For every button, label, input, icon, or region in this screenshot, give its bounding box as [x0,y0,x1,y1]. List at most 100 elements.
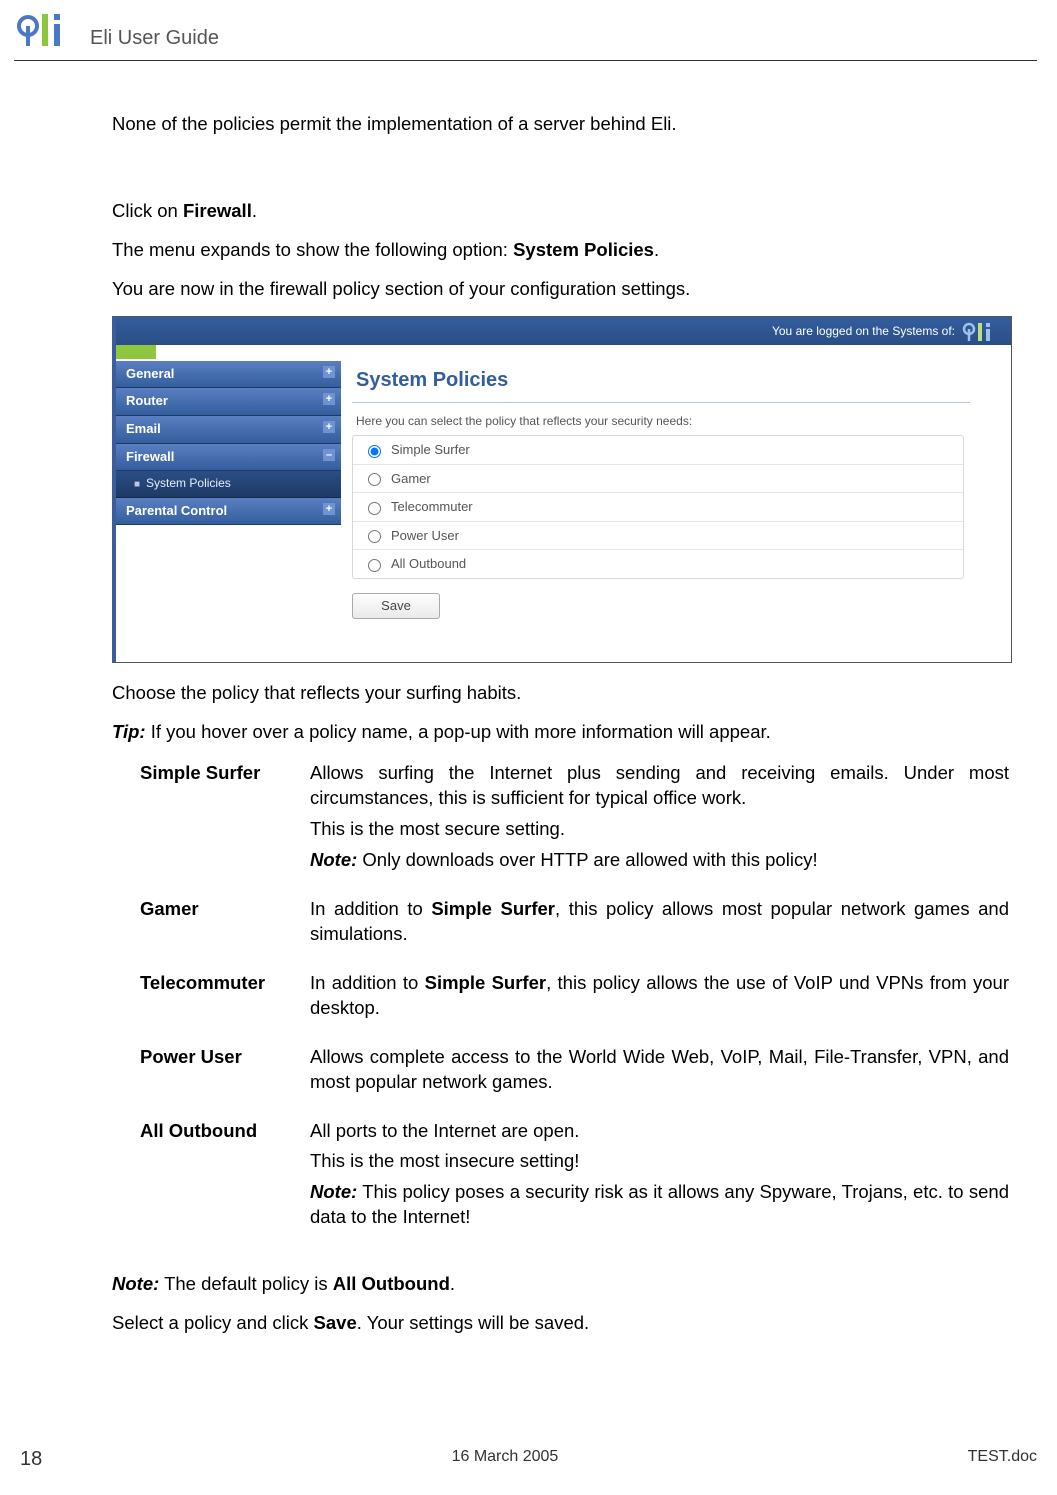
text: . [252,200,257,221]
eli-logo-icon [961,319,1007,343]
radio-input[interactable] [368,445,381,458]
body: In addition to Simple Surfer, this polic… [310,897,1009,953]
term: Simple Surfer [140,761,310,879]
sidebar-item-router[interactable]: Router + [116,388,341,416]
note-label: Note: [310,849,357,870]
tip-text: If you hover over a policy name, a pop-u… [146,721,771,742]
label: Firewall [126,449,174,464]
policy-option-all-outbound[interactable]: All Outbound [353,549,963,578]
label: Telecommuter [391,498,473,516]
note-label: Note: [112,1273,159,1294]
label: Simple Surfer [391,441,470,459]
sidebar-item-parental-control[interactable]: Parental Control + [116,498,341,526]
term: All Outbound [140,1119,310,1237]
text: Click on [112,200,183,221]
header-title: Eli User Guide [90,27,219,50]
policy-option-telecommuter[interactable]: Telecommuter [353,492,963,521]
t: In addition to [310,898,431,919]
panel-title: System Policies [352,361,970,403]
sidebar-nav: General + Router + Email + Firewall – System… [116,361,341,525]
text: Allows complete access to the World Wide… [310,1045,1009,1095]
text: This is the most secure setting. [310,817,1009,842]
expand-icon: + [323,393,335,405]
panel-description: Here you can select the policy that refl… [356,413,999,429]
term: Gamer [140,897,310,953]
collapse-icon: – [323,449,335,461]
click-firewall-line: Click on Firewall. [112,199,1009,224]
label: Router [126,393,168,408]
default-policy-note: Note: The default policy is All Outbound… [112,1272,1009,1297]
text: In addition to Simple Surfer, this polic… [310,897,1009,947]
main-panel: System Policies Here you can select the … [352,361,1003,619]
radio-input[interactable] [368,530,381,543]
radio-input[interactable] [368,502,381,515]
label: General [126,366,174,381]
sidebar-item-firewall[interactable]: Firewall – [116,444,341,472]
term: Power User [140,1045,310,1101]
save-instruction: Select a policy and click Save. Your set… [112,1311,1009,1336]
note-text: This policy poses a security risk as it … [310,1181,1009,1227]
page-number: 18 [20,1448,42,1471]
page-content: None of the policies permit the implemen… [112,112,1009,1350]
policy-option-simple-surfer[interactable]: Simple Surfer [353,436,963,464]
system-policies-word: System Policies [513,239,654,260]
sidebar-item-general[interactable]: General + [116,361,341,389]
label: Power User [391,527,459,545]
t: In addition to [310,972,425,993]
t: . [450,1273,455,1294]
shot-banner: You are logged on the Systems of: [116,317,1011,345]
tip-label: Tip: [112,721,146,742]
banner-text: You are logged on the Systems of: [772,324,955,338]
body: In addition to Simple Surfer, this polic… [310,971,1009,1027]
green-accent [116,345,156,359]
sidebar-subitem-system-policies[interactable]: System Policies [116,471,341,498]
radio-input[interactable] [368,559,381,572]
footer-filename: TEST.doc [968,1448,1037,1471]
intro-paragraph: None of the policies permit the implemen… [112,112,1009,137]
text: . [654,239,659,260]
t: Select a policy and click [112,1312,314,1333]
note-label: Note: [310,1181,357,1202]
text: Allows surfing the Internet plus sending… [310,761,1009,811]
save-button[interactable]: Save [352,593,440,619]
page-header: Eli User Guide [14,0,1037,61]
term: Telecommuter [140,971,310,1027]
policy-option-gamer[interactable]: Gamer [353,464,963,493]
body: All ports to the Internet are open. This… [310,1119,1009,1237]
text: All ports to the Internet are open. [310,1119,1009,1144]
text: This is the most insecure setting! [310,1149,1009,1174]
t: All Outbound [333,1273,450,1294]
label: Gamer [391,470,431,488]
expand-icon: + [323,366,335,378]
note: Note: This policy poses a security risk … [310,1180,1009,1230]
footer-date: 16 March 2005 [452,1448,559,1471]
note: Note: Only downloads over HTTP are allow… [310,848,1009,873]
firewall-word: Firewall [183,200,252,221]
tip-line: Tip: If you hover over a policy name, a … [112,720,1009,745]
t: Save [314,1312,357,1333]
t: . Your settings will be saved. [357,1312,589,1333]
policy-option-power-user[interactable]: Power User [353,521,963,550]
t: Simple Surfer [431,898,555,919]
now-in-line: You are now in the firewall policy secti… [112,277,1009,302]
text: In addition to Simple Surfer, this polic… [310,971,1009,1021]
page-footer: 18 16 March 2005 TEST.doc [20,1448,1037,1471]
label: Email [126,421,161,436]
eli-logo-icon [14,8,84,56]
def-simple-surfer: Simple Surfer Allows surfing the Interne… [140,761,1009,879]
expand-icon: + [323,503,335,515]
label: Parental Control [126,503,227,518]
body: Allows complete access to the World Wide… [310,1045,1009,1101]
def-telecommuter: Telecommuter In addition to Simple Surfe… [140,971,1009,1027]
expand-icon: + [323,421,335,433]
t: The default policy is [159,1273,332,1294]
sidebar-item-email[interactable]: Email + [116,416,341,444]
radio-input[interactable] [368,473,381,486]
text: The menu expands to show the following o… [112,239,513,260]
label: All Outbound [391,555,466,573]
def-power-user: Power User Allows complete access to the… [140,1045,1009,1101]
note-text: Only downloads over HTTP are allowed wit… [357,849,817,870]
policy-definitions: Simple Surfer Allows surfing the Interne… [140,761,1009,1237]
def-gamer: Gamer In addition to Simple Surfer, this… [140,897,1009,953]
embedded-screenshot: You are logged on the Systems of: Genera… [112,316,1012,663]
